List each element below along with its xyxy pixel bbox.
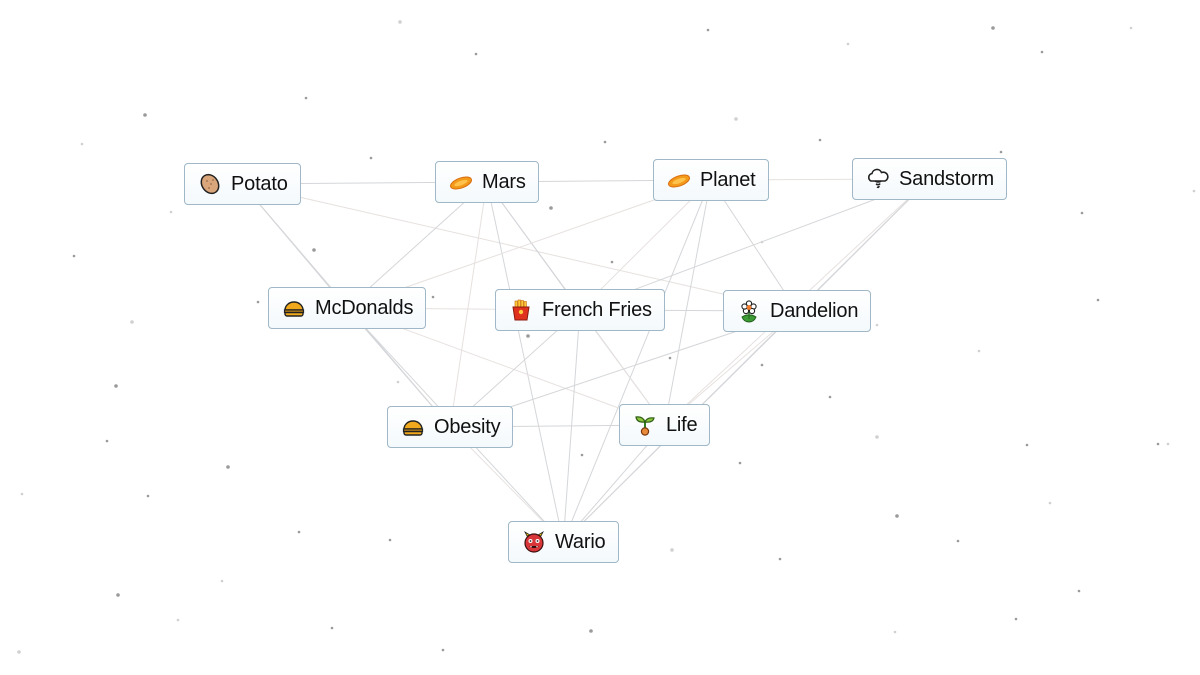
element-label: Sandstorm [899,167,994,190]
fries-icon [508,297,534,323]
background-particle [1040,50,1044,54]
potato-icon [197,171,223,197]
element-mcdonalds[interactable]: McDonalds [268,287,427,329]
background-particle [176,618,180,622]
background-particle [603,140,607,144]
background-particle [1025,443,1029,447]
element-mars[interactable]: Mars [435,161,539,203]
background-particle [20,492,24,496]
element-label: French Fries [542,298,652,321]
background-particle [256,300,260,304]
background-particle [828,395,832,399]
background-particle [474,52,478,56]
element-label: Planet [700,168,756,191]
planet-icon [666,167,692,193]
element-frenchfries[interactable]: French Fries [495,289,665,331]
element-label: Life [666,413,698,436]
element-life[interactable]: Life [619,404,711,446]
element-label: McDonalds [315,296,414,319]
background-particle [17,650,21,654]
background-particle [220,579,224,583]
background-particle [116,593,120,597]
element-label: Wario [555,530,606,553]
background-particle [956,539,960,543]
element-label: Obesity [434,415,501,438]
element-label: Mars [482,170,526,193]
background-particle [431,295,435,299]
element-label: Dandelion [770,299,859,322]
background-particle [226,465,230,469]
background-particle [668,356,672,360]
background-particle [297,530,301,534]
background-particle [1156,442,1160,446]
ogre-icon [521,529,547,555]
background-particle [760,363,764,367]
background-particle [1080,211,1084,215]
background-particle [893,630,897,634]
background-particle [396,380,400,384]
flower-icon [736,298,762,324]
background-particle [738,461,742,465]
background-particle [734,117,738,121]
planet-icon [448,169,474,195]
background-particle [105,439,109,443]
background-particle [130,320,134,324]
background-particle [895,514,899,518]
background-particle [388,538,392,542]
element-planet[interactable]: Planet [653,159,769,201]
background-particle [778,557,782,561]
background-particle [589,629,593,633]
background-particle [169,210,173,214]
background-particle [1096,298,1100,302]
graph-canvas[interactable] [0,0,1200,675]
background-particle [72,254,76,258]
background-particle [304,96,308,100]
connection-lines [241,178,930,543]
element-potato[interactable]: Potato [184,163,301,205]
background-particle [312,248,316,252]
background-particle [706,28,710,32]
element-wario[interactable]: Wario [508,521,619,563]
background-particle [330,626,334,630]
burger-icon [281,295,307,321]
background-particle [1077,589,1081,593]
background-particle [1048,501,1052,505]
connection-line [449,181,488,428]
background-particle [670,548,674,552]
background-particle [146,494,150,498]
background-particle [977,349,981,353]
background-particle [1129,26,1133,30]
element-dandelion[interactable]: Dandelion [723,290,872,332]
background-particle [999,150,1003,154]
background-particle [398,20,402,24]
element-sandstorm[interactable]: Sandstorm [852,158,1007,200]
background-particle [818,138,822,142]
element-label: Potato [231,172,288,195]
connection-line [562,179,712,543]
background-particle [114,384,118,388]
background-particle [441,648,445,652]
background-particle [80,142,84,146]
background-particle [846,42,850,46]
background-particle [369,156,373,160]
background-particle [549,206,553,210]
tornado-cloud-icon [865,166,891,192]
background-particle [1014,617,1018,621]
background-particle [143,113,147,117]
element-obesity[interactable]: Obesity [387,406,514,448]
background-particle [1166,442,1170,446]
background-particle [526,334,530,338]
background-particle [1192,189,1196,193]
background-particle [580,453,584,457]
background-particle [875,435,879,439]
background-particle [991,26,995,30]
background-particle [610,260,614,264]
seedling-icon [632,412,658,438]
burger-icon [400,414,426,440]
background-particle [875,323,879,327]
